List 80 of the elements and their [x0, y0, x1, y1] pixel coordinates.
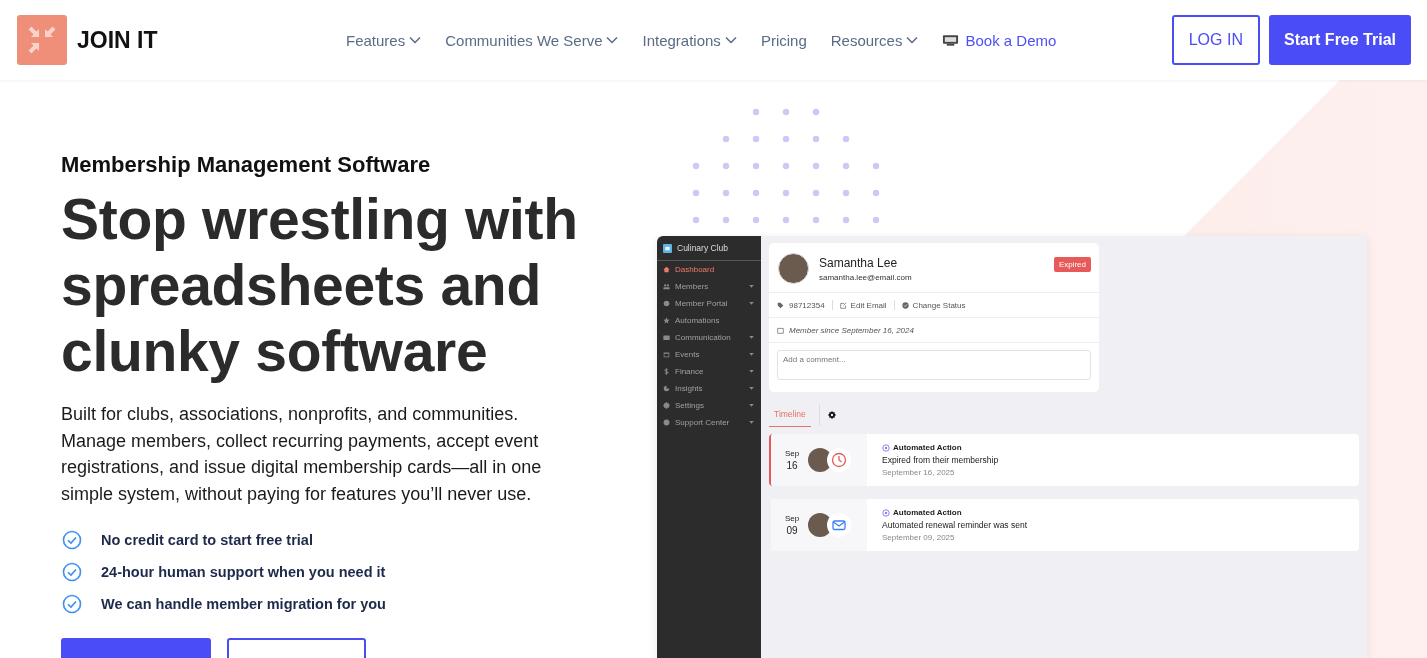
- sidebar-item[interactable]: Dashboard: [657, 261, 761, 278]
- chevron-down-icon: [724, 36, 737, 44]
- dollar-icon: [663, 368, 670, 375]
- login-button[interactable]: LOG IN: [1171, 15, 1260, 65]
- caret-down-icon: [749, 370, 754, 373]
- caret-down-icon: [749, 353, 754, 356]
- entry-month: Sep: [784, 449, 800, 458]
- sidebar-item[interactable]: Finance: [657, 363, 761, 380]
- nav-link[interactable]: Integrations: [642, 31, 737, 49]
- chevron-down-icon: [606, 36, 619, 44]
- caret-down-icon: [749, 336, 754, 339]
- feature-item: No credit card to start free trial: [101, 532, 313, 548]
- entry-day: 16: [786, 460, 798, 471]
- nav-link[interactable]: Communities We Serve: [445, 31, 619, 49]
- nav-link[interactable]: Resources: [830, 31, 919, 49]
- entry-tag: Automated Action: [893, 508, 962, 517]
- nav-link[interactable]: Book a Demo: [942, 31, 1057, 49]
- member-name: Samantha Lee: [819, 255, 898, 270]
- people-icon: [663, 283, 670, 290]
- sidebar-item[interactable]: Support Center: [657, 414, 761, 431]
- chevron-down-icon: [409, 36, 422, 44]
- check-circle-icon: [62, 562, 82, 582]
- caret-down-icon: [749, 285, 754, 288]
- avatar-placeholder: [808, 513, 832, 537]
- sidebar-item[interactable]: Members: [657, 278, 761, 295]
- comment-field[interactable]: Add a comment...: [777, 350, 1091, 380]
- club-logo-icon: [663, 243, 672, 253]
- house-icon: [663, 266, 670, 273]
- sidebar-item[interactable]: Events: [657, 346, 761, 363]
- status-badge: Expired: [1053, 257, 1091, 272]
- envelope-icon: [663, 334, 670, 341]
- change-status-link[interactable]: Change Status: [901, 300, 966, 310]
- clock-icon: [827, 448, 851, 472]
- entry-tag: Automated Action: [893, 443, 962, 452]
- hero-description: Built for clubs, associations, nonprofits, and communities. Manage members, collect recurring payments, accept event registrations, and issue digital membership cards—all in one simple system, without paying for features you’ll never use.: [61, 403, 543, 506]
- entry-month: Sep: [784, 514, 800, 523]
- caret-down-icon: [749, 404, 754, 407]
- sidebar-item[interactable]: Member Portal: [657, 295, 761, 312]
- feature-item: We can handle member migration for you: [101, 596, 386, 612]
- start-trial-button[interactable]: Start Free Trial: [1268, 15, 1411, 65]
- settings-icon[interactable]: [827, 410, 836, 419]
- monitor-icon: [942, 34, 960, 46]
- gear-icon: [663, 402, 670, 409]
- eyebrow-heading: Membership Management Software: [61, 151, 432, 179]
- nav-link[interactable]: Features: [346, 31, 422, 49]
- club-name: Culinary Club: [677, 243, 729, 253]
- check-circle-icon: [901, 301, 909, 309]
- caret-down-icon: [749, 421, 754, 424]
- edit-icon: [839, 301, 847, 309]
- nav-link[interactable]: Pricing: [760, 31, 807, 49]
- caret-down-icon: [749, 302, 754, 305]
- chevron-down-icon: [906, 36, 919, 44]
- hero-headline: Stop wrestling with spreadsheets and clunky software: [61, 186, 579, 384]
- star-icon: [663, 317, 670, 324]
- pie-icon: [663, 385, 670, 392]
- edit-email-link[interactable]: Edit Email: [839, 300, 887, 310]
- check-circle-icon: [62, 594, 82, 614]
- entry-title: Expired from their membership: [882, 455, 999, 465]
- member-email: samantha.lee@email.com: [819, 272, 912, 282]
- member-id: 98712354: [789, 300, 825, 310]
- caret-down-icon: [749, 387, 754, 390]
- automation-icon: [882, 443, 890, 452]
- entry-title: Automated renewal reminder was sent: [882, 520, 1028, 530]
- entry-date: September 09, 2025: [882, 533, 955, 542]
- automation-icon: [882, 508, 890, 517]
- sidebar-item[interactable]: Insights: [657, 380, 761, 397]
- member-since: Member since September 16, 2024: [789, 325, 914, 335]
- sidebar-item[interactable]: Settings: [657, 397, 761, 414]
- avatar-placeholder: [778, 253, 809, 284]
- sidebar-item[interactable]: Automations: [657, 312, 761, 329]
- sidebar-item[interactable]: Communication: [657, 329, 761, 346]
- feature-item: 24-hour human support when you need it: [101, 564, 386, 580]
- check-circle-icon: [62, 530, 82, 550]
- avatar-placeholder: [808, 448, 832, 472]
- envelope-icon: [827, 513, 851, 537]
- entry-date: September 16, 2025: [882, 468, 955, 477]
- brand-name[interactable]: JOIN IT: [77, 26, 158, 54]
- entry-day: 09: [786, 525, 798, 536]
- calendar-icon: [777, 326, 784, 334]
- tag-icon: [777, 301, 784, 309]
